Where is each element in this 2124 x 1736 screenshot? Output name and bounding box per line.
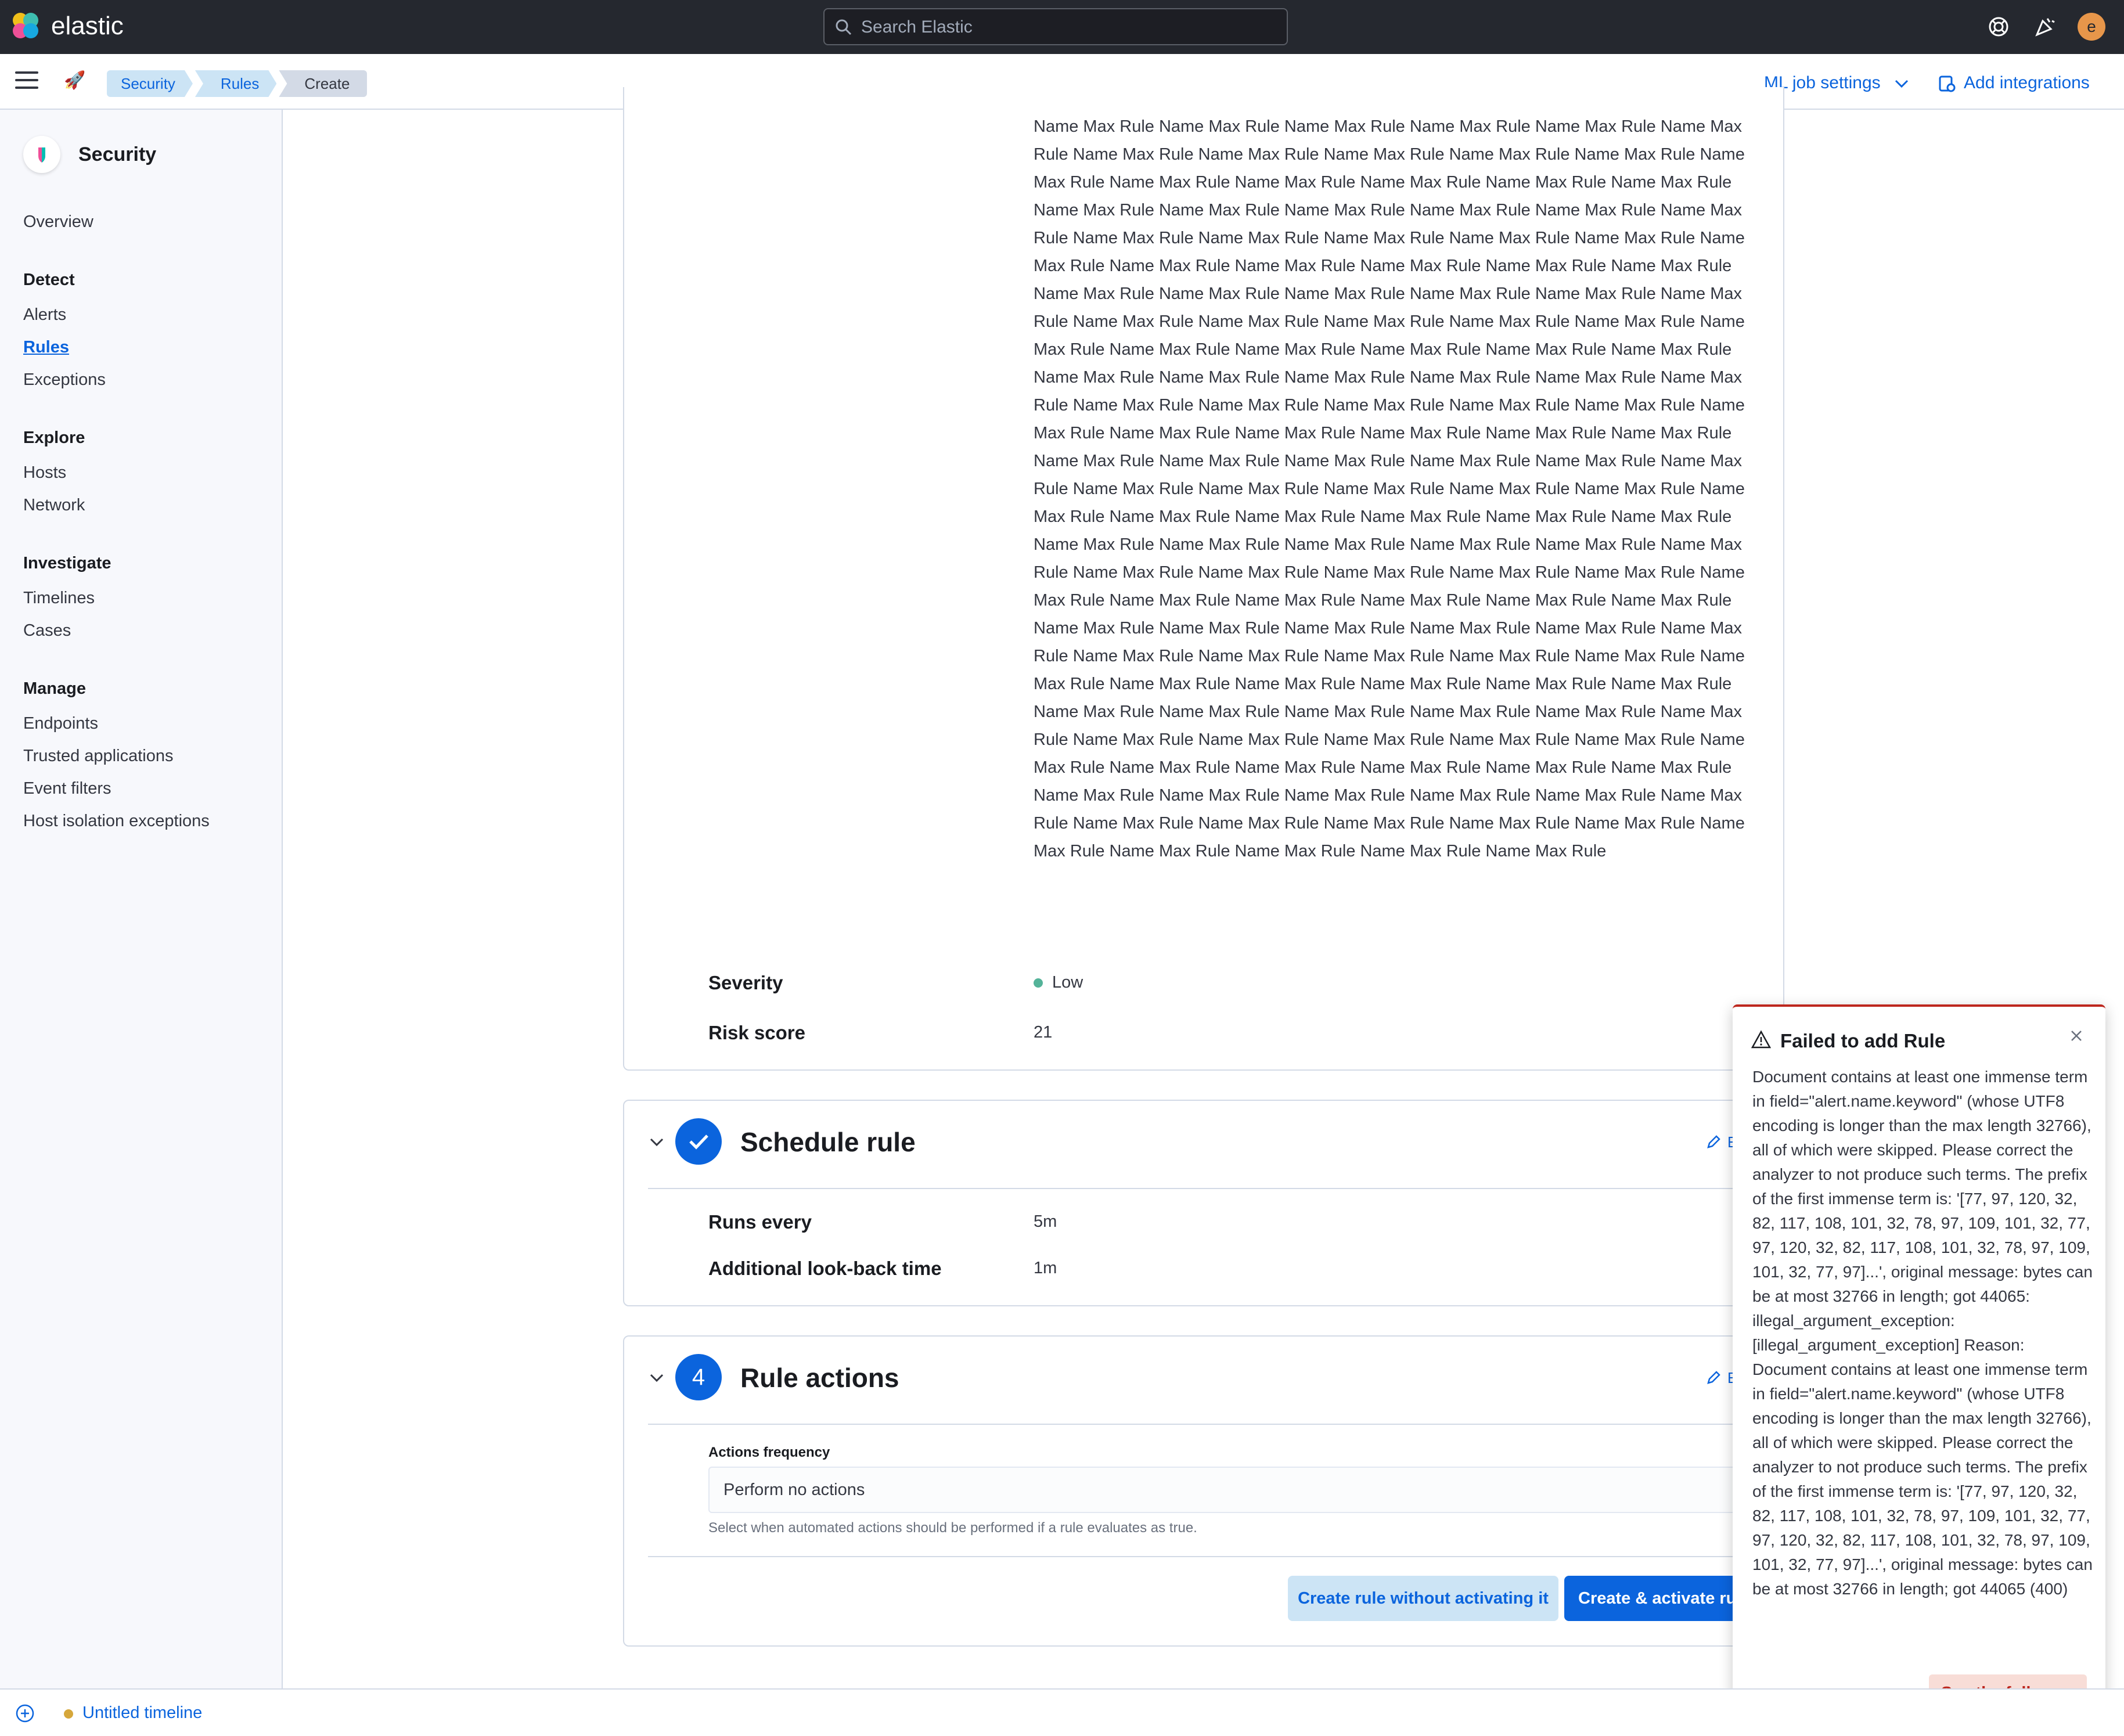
severity-label: Severity: [708, 972, 783, 993]
sidebar-item-overview[interactable]: Overview: [23, 213, 93, 232]
severity-dot-icon: [1034, 978, 1043, 988]
elastic-logo-icon[interactable]: [13, 13, 42, 42]
severity-text: Low: [1052, 973, 1083, 992]
help-icon[interactable]: [1986, 14, 2011, 39]
pencil-icon[interactable]: [1705, 1369, 1722, 1386]
sidebar-group-explore: Explore: [23, 428, 85, 447]
toast-message: Document contains at least one immense t…: [1752, 1068, 2093, 1598]
runs-every-label: Runs every: [708, 1211, 812, 1233]
close-icon[interactable]: [2068, 1028, 2085, 1044]
actions-frequency-label: Actions frequency: [708, 1445, 830, 1460]
divider: [648, 1188, 1786, 1189]
sidebar-item-hosts[interactable]: Hosts: [23, 463, 66, 482]
add-integrations-label: Add integrations: [1964, 73, 2090, 92]
actions-frequency-value: Perform no actions: [723, 1481, 865, 1499]
sidebar-group-detect: Detect: [23, 271, 75, 289]
sidebar-title: Security: [78, 143, 157, 165]
actions-frequency-help: Select when automated actions should be …: [708, 1520, 1197, 1536]
breadcrumb-create: Create: [279, 70, 368, 97]
warning-icon: [1751, 1030, 1771, 1049]
rule-name-value: Name Max Rule Name Max Rule Name Max Rul…: [1034, 117, 1745, 860]
search-icon: [836, 19, 852, 35]
timeline-title[interactable]: Untitled timeline: [82, 1703, 202, 1723]
risk-score-value: 21: [1034, 1023, 1053, 1042]
avatar[interactable]: e: [2078, 13, 2105, 41]
security-app-icon: [23, 136, 60, 173]
lookback-value: 1m: [1034, 1259, 1057, 1277]
search-placeholder: Search Elastic: [861, 17, 973, 37]
breadcrumb-rules[interactable]: Rules: [195, 70, 276, 97]
toast-title: Failed to add Rule: [1780, 1030, 1946, 1051]
breadcrumb: Security Rules Create: [107, 70, 369, 97]
breadcrumb-security[interactable]: Security: [107, 70, 193, 97]
divider: [648, 1556, 1786, 1557]
sidebar-item-exceptions[interactable]: Exceptions: [23, 370, 106, 390]
menu-toggle-icon[interactable]: [15, 71, 38, 92]
step-complete-check-icon: [675, 1118, 722, 1165]
sidebar-item-host-isolation-exceptions[interactable]: Host isolation exceptions: [23, 812, 210, 831]
add-integrations-button[interactable]: Add integrations: [1938, 70, 2090, 96]
sidebar-item-rules[interactable]: Rules: [23, 338, 69, 357]
sidebar-item-alerts[interactable]: Alerts: [23, 305, 66, 325]
chevron-down-icon[interactable]: [648, 1369, 665, 1386]
runs-every-value: 5m: [1034, 1212, 1057, 1231]
create-without-activating-button[interactable]: Create rule without activating it: [1288, 1576, 1558, 1621]
sidebar-item-trusted-applications[interactable]: Trusted applications: [23, 747, 173, 766]
lookback-label: Additional look-back time: [708, 1258, 942, 1279]
divider: [648, 1424, 1786, 1425]
top-header: elastic Search Elastic e: [0, 0, 2124, 54]
severity-value: Low: [1034, 973, 1083, 992]
risk-score-label: Risk score: [708, 1022, 805, 1043]
sidebar-item-event-filters[interactable]: Event filters: [23, 779, 111, 798]
rocket-icon[interactable]: 🚀: [64, 70, 85, 91]
sidebar-group-investigate: Investigate: [23, 554, 111, 572]
logo-text[interactable]: elastic: [51, 12, 124, 41]
rule-actions-title: Rule actions: [740, 1363, 899, 1393]
sidebar-item-endpoints[interactable]: Endpoints: [23, 714, 98, 733]
ml-job-settings-button[interactable]: ML job settings: [1764, 70, 1909, 96]
pencil-icon[interactable]: [1705, 1133, 1722, 1151]
security-side-nav: Security Overview Detect Alerts Rules Ex…: [0, 110, 283, 1689]
error-toast: Failed to add Rule Document contains at …: [1733, 1004, 2105, 1731]
integrations-icon: [1939, 75, 1956, 92]
chevron-down-icon[interactable]: [648, 1133, 665, 1151]
actions-frequency-select[interactable]: Perform no actions: [708, 1467, 1742, 1513]
add-timeline-icon[interactable]: [15, 1703, 35, 1723]
sidebar-group-manage: Manage: [23, 679, 86, 698]
sidebar-item-timelines[interactable]: Timelines: [23, 589, 95, 608]
newsfeed-icon[interactable]: [2032, 14, 2058, 39]
sidebar-item-cases[interactable]: Cases: [23, 621, 71, 640]
step-number-badge: 4: [675, 1354, 722, 1400]
sidebar-item-network[interactable]: Network: [23, 496, 85, 515]
timeline-status-dot: [64, 1709, 73, 1719]
chevron-down-icon: [1895, 80, 1909, 88]
search-input[interactable]: Search Elastic: [823, 8, 1288, 45]
timeline-bottom-bar: Untitled timeline: [0, 1688, 2124, 1736]
schedule-rule-title: Schedule rule: [740, 1127, 916, 1157]
